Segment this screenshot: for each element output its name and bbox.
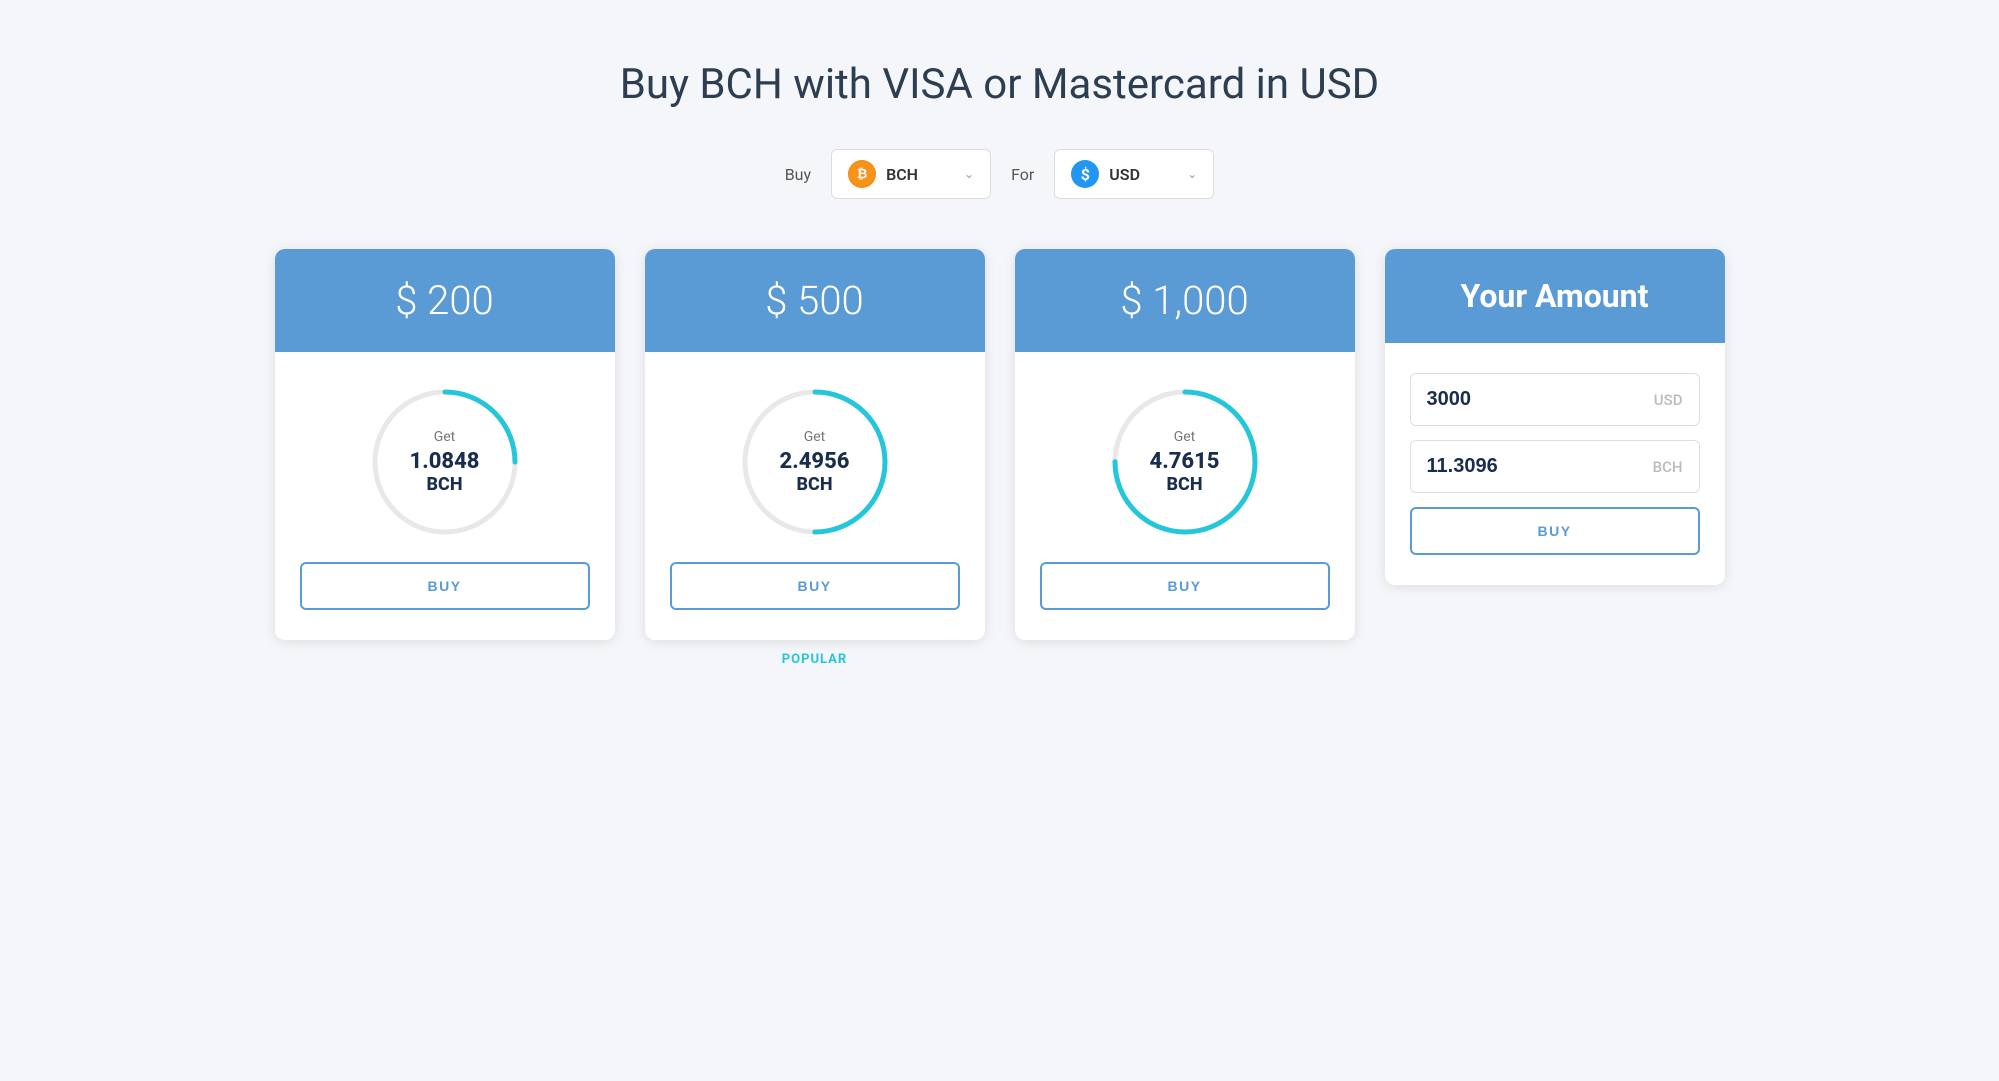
card-500-get-label: Get [780, 429, 850, 445]
usd-amount-input[interactable] [1411, 374, 1638, 425]
card-1000-bch-amount: 4.7615 [1150, 449, 1220, 474]
card-custom-header: Your Amount [1385, 249, 1725, 343]
card-200-circle-text: Get 1.0848 BCH [410, 429, 480, 495]
page-title: Buy BCH with VISA or Mastercard in USD [620, 60, 1379, 109]
card-200: $ 200 Get 1.0848 BCH BUY [275, 249, 615, 640]
buy-currency-name: BCH [886, 165, 954, 184]
card-1000-bch-unit: BCH [1150, 474, 1220, 495]
usd-icon: $ [1071, 160, 1099, 188]
card-200-header: $ 200 [275, 249, 615, 352]
card-custom-wrapper: Your Amount USD BCH BUY [1385, 249, 1725, 585]
card-500-header: $ 500 [645, 249, 985, 352]
card-200-wrapper: $ 200 Get 1.0848 BCH BUY [275, 249, 615, 640]
card-custom-buy-button[interactable]: BUY [1410, 507, 1700, 555]
card-500-buy-button[interactable]: BUY [670, 562, 960, 610]
cards-container: $ 200 Get 1.0848 BCH BUY $ 5 [275, 249, 1725, 667]
card-500-circle: Get 2.4956 BCH [735, 382, 895, 542]
card-1000-circle: Get 4.7615 BCH [1105, 382, 1265, 542]
card-500-body: Get 2.4956 BCH BUY [645, 352, 985, 640]
for-chevron-down-icon: ⌄ [1187, 167, 1197, 181]
card-200-bch-unit: BCH [410, 474, 480, 495]
card-200-bch-amount: 1.0848 [410, 449, 480, 474]
popular-badge: POPULAR [782, 652, 848, 667]
bch-currency-label: BCH [1637, 444, 1699, 490]
card-1000: $ 1,000 Get 4.7615 BCH BUY [1015, 249, 1355, 640]
buy-label: Buy [785, 165, 811, 184]
card-custom-body: USD BCH BUY [1385, 343, 1725, 585]
buy-currency-select[interactable]: ₿ BCH ⌄ [831, 149, 991, 199]
card-1000-wrapper: $ 1,000 Get 4.7615 BCH BUY [1015, 249, 1355, 640]
card-200-get-label: Get [410, 429, 480, 445]
card-500: $ 500 Get 2.4956 BCH BUY [645, 249, 985, 640]
card-500-bch-unit: BCH [780, 474, 850, 495]
card-500-wrapper: $ 500 Get 2.4956 BCH BUY POPULAR [645, 249, 985, 667]
card-200-body: Get 1.0848 BCH BUY [275, 352, 615, 640]
card-1000-header: $ 1,000 [1015, 249, 1355, 352]
card-custom-header-text: Your Amount [1461, 277, 1649, 315]
bch-input-group: BCH [1410, 440, 1700, 493]
card-1000-get-label: Get [1150, 429, 1220, 445]
usd-currency-label: USD [1638, 377, 1699, 423]
currency-selectors: Buy ₿ BCH ⌄ For $ USD ⌄ [785, 149, 1215, 199]
bch-amount-input[interactable] [1411, 441, 1637, 492]
card-500-circle-text: Get 2.4956 BCH [780, 429, 850, 495]
card-1000-buy-button[interactable]: BUY [1040, 562, 1330, 610]
buy-chevron-down-icon: ⌄ [964, 167, 974, 181]
card-500-bch-amount: 2.4956 [780, 449, 850, 474]
card-200-circle: Get 1.0848 BCH [365, 382, 525, 542]
card-200-buy-button[interactable]: BUY [300, 562, 590, 610]
usd-input-group: USD [1410, 373, 1700, 426]
bch-icon: ₿ [848, 160, 876, 188]
card-1000-circle-text: Get 4.7615 BCH [1150, 429, 1220, 495]
card-1000-body: Get 4.7615 BCH BUY [1015, 352, 1355, 640]
for-label: For [1011, 165, 1034, 184]
card-custom: Your Amount USD BCH BUY [1385, 249, 1725, 585]
for-currency-name: USD [1109, 165, 1177, 184]
for-currency-select[interactable]: $ USD ⌄ [1054, 149, 1214, 199]
